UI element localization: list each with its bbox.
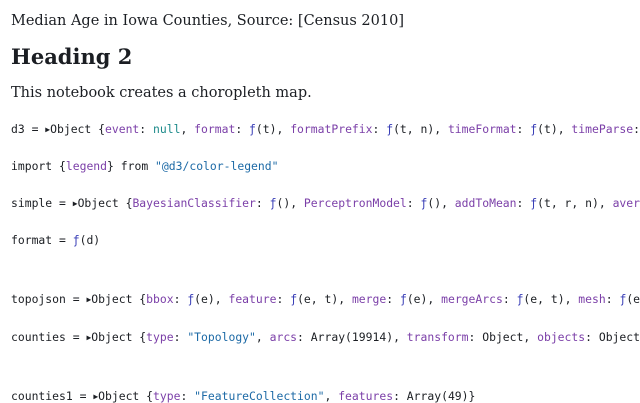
- function-icon: ƒ: [249, 122, 256, 136]
- cell-name: topojson: [11, 292, 66, 306]
- cell-name: format: [11, 233, 53, 247]
- cell-simple[interactable]: simple = ▶Object {BayesianClassifier: ƒ(…: [11, 196, 640, 210]
- expand-triangle-icon[interactable]: ▶: [86, 295, 91, 304]
- function-icon: ƒ: [399, 292, 407, 306]
- function-icon: ƒ: [72, 233, 80, 247]
- notebook-description: This notebook creates a choropleth map.: [11, 85, 312, 101]
- expand-triangle-icon[interactable]: ▶: [73, 199, 78, 208]
- cell-name: d3: [11, 122, 25, 136]
- cell-topojson[interactable]: topojson = ▶Object {bbox: ƒ(e), feature:…: [11, 292, 640, 306]
- cell-d3[interactable]: d3 = ▶Object {event: null, format: ƒ(t),…: [11, 122, 640, 136]
- cell-import-legend[interactable]: import {legend} from "@d3/color-legend": [11, 159, 640, 173]
- cell-name: counties1: [11, 389, 73, 403]
- notebook-caption: Median Age in Iowa Counties, Source: [Ce…: [11, 13, 404, 29]
- cell-name: counties: [11, 330, 66, 344]
- import-source-link[interactable]: "@d3/color-legend": [155, 159, 278, 173]
- heading-2: Heading 2: [11, 44, 133, 69]
- expand-triangle-icon[interactable]: ▶: [86, 333, 91, 342]
- expand-triangle-icon[interactable]: ▶: [45, 125, 50, 134]
- cell-counties[interactable]: counties = ▶Object {type: "Topology", ar…: [11, 330, 640, 344]
- cell-name: simple: [11, 196, 53, 210]
- cell-counties1[interactable]: counties1 = ▶Object {type: "FeatureColle…: [11, 389, 640, 403]
- cell-format[interactable]: format = ƒ(d): [11, 233, 640, 247]
